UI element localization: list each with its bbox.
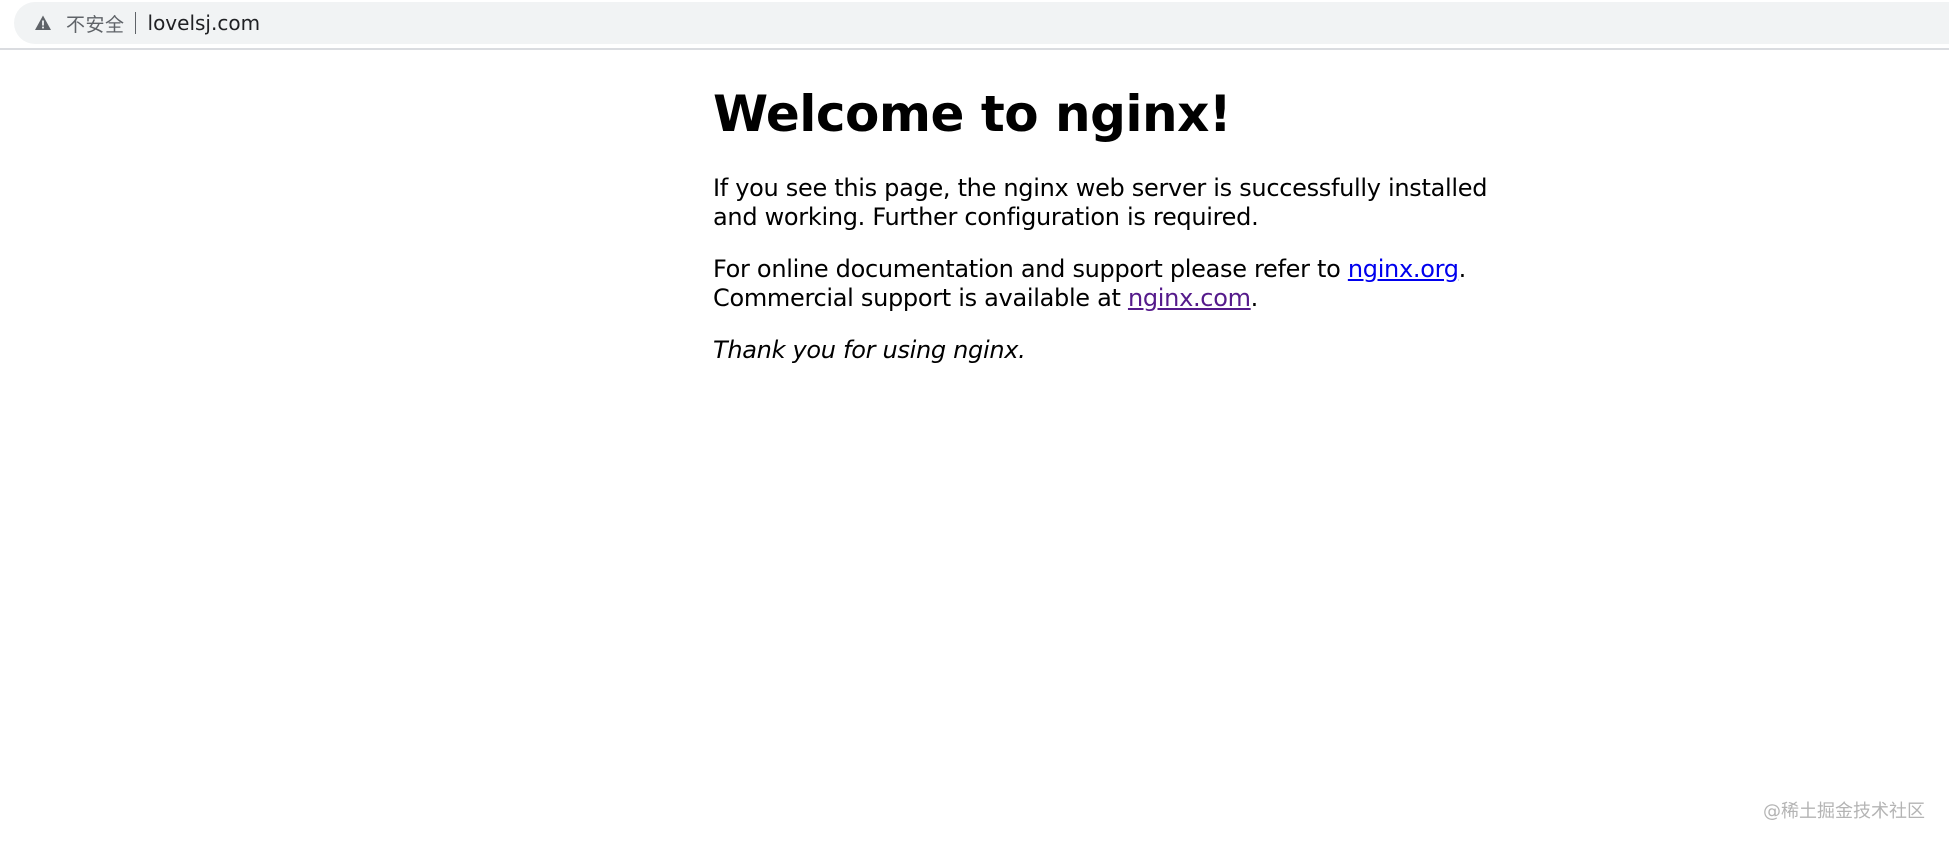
thanks-text: Thank you for using nginx.	[713, 336, 1026, 364]
omnibox[interactable]: 不安全 lovelsj.com	[14, 2, 1949, 44]
thanks-paragraph: Thank you for using nginx.	[713, 336, 1513, 365]
nginx-org-link[interactable]: nginx.org	[1348, 255, 1459, 283]
docs-period: .	[1458, 255, 1467, 283]
page-content: Welcome to nginx! If you see this page, …	[713, 52, 1513, 388]
docs-paragraph: For online documentation and support ple…	[713, 255, 1513, 313]
security-status-label[interactable]: 不安全	[66, 10, 125, 37]
nginx-com-link[interactable]: nginx.com	[1128, 284, 1251, 312]
url-text[interactable]: lovelsj.com	[148, 11, 261, 35]
separator	[134, 12, 136, 34]
intro-paragraph: If you see this page, the nginx web serv…	[713, 174, 1488, 231]
docs-text: For online documentation and support ple…	[713, 255, 1348, 283]
page-heading: Welcome to nginx!	[713, 85, 1232, 143]
browser-address-bar: 不安全 lovelsj.com	[0, 0, 1949, 50]
commercial-period: .	[1250, 284, 1259, 312]
warning-triangle-icon[interactable]	[34, 14, 52, 32]
commercial-text: Commercial support is available at	[713, 284, 1128, 312]
watermark: @稀土掘金技术社区	[1763, 801, 1925, 822]
